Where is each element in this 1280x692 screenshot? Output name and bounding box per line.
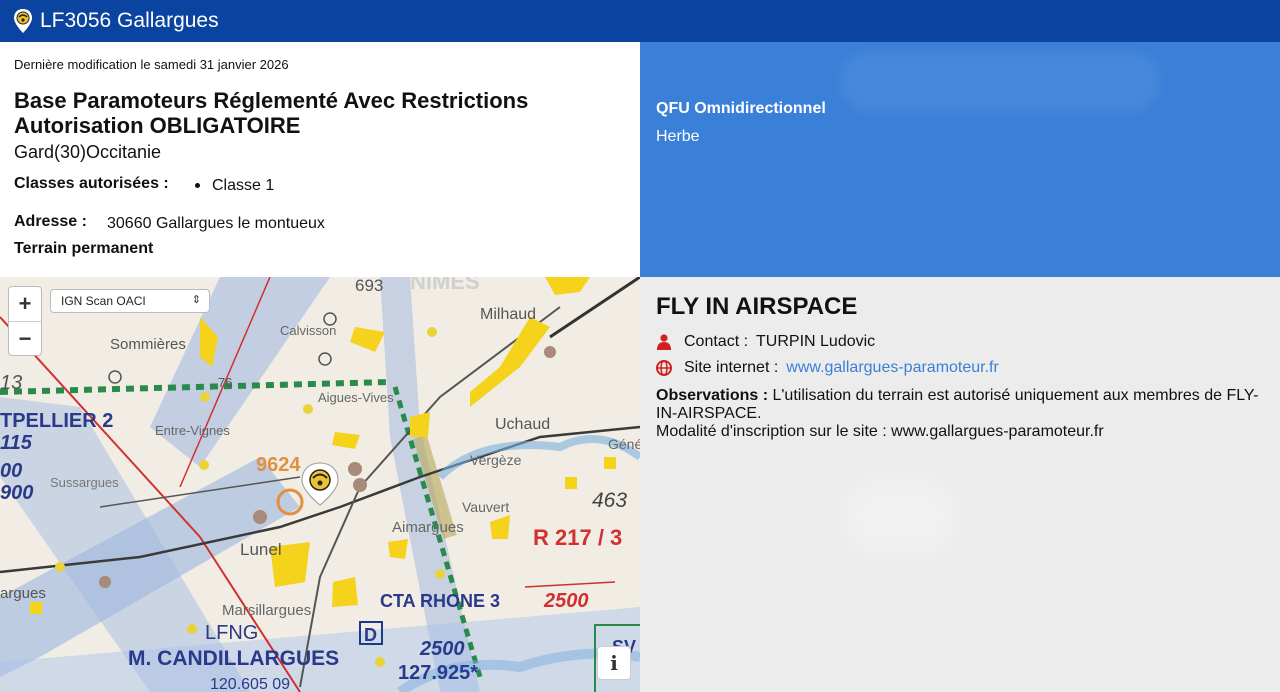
person-icon: [656, 334, 672, 350]
map-label-cta: CTA RHONE 3: [380, 591, 500, 611]
map-label-targues: argues: [0, 585, 46, 602]
site-link[interactable]: www.gallargues-paramoteur.fr: [786, 359, 999, 377]
map-label-nimes: NIMES: [410, 277, 480, 294]
terrain-type: Terrain permanent: [14, 240, 154, 257]
site-info-panel: Dernière modification le samedi 31 janvi…: [0, 42, 640, 277]
zoom-in-button[interactable]: +: [9, 287, 41, 321]
observations: Observations : L'utilisation du terrain …: [656, 387, 1266, 441]
map-label-vergeze: Vergèze: [470, 452, 522, 468]
paramotor-pin-icon: [12, 8, 34, 34]
zoom-control: + −: [8, 286, 42, 356]
map-label-9624: 9624: [256, 454, 301, 476]
map-label-00: 00: [0, 460, 22, 482]
map-label-aimargues: Aimargues: [392, 519, 464, 536]
classes-list: Classe 1: [195, 177, 274, 195]
map-label-uchaud: Uchaud: [495, 416, 550, 433]
contact-row: Contact : TURPIN Ludovic: [656, 333, 875, 351]
map-label-d: D: [364, 625, 377, 645]
class-item: Classe 1: [212, 177, 275, 194]
select-chevron-icon: ⇕: [191, 294, 201, 306]
observations-registration: Modalité d'inscription sur le site : www…: [656, 423, 1104, 440]
background-blur: [840, 477, 960, 557]
site-row: Site internet : www.gallargues-paramoteu…: [656, 359, 999, 377]
map-label-sommieres: Sommières: [110, 336, 186, 353]
address-value: 30660 Gallargues le montueux: [107, 215, 325, 232]
contact-label: Contact :: [684, 333, 749, 350]
site-status-heading: Base Paramoteurs Réglementé Avec Restric…: [14, 88, 529, 138]
map-label-milhaud: Milhaud: [480, 306, 536, 323]
aeronautical-chart[interactable]: NIMES Milhaud Calvisson Sommières Aigues…: [0, 277, 640, 692]
map-label-freq: 127.925*: [398, 662, 478, 684]
map-label-13: 13: [0, 372, 22, 394]
club-name: FLY IN AIRSPACE: [656, 293, 858, 320]
map-layer-selected: IGN Scan OACI: [61, 294, 146, 308]
qfu-label: QFU Omnidirectionnel: [656, 100, 826, 117]
region-label: Gard(30)Occitanie: [14, 142, 162, 162]
map-label-r217: R 217 / 3: [533, 525, 622, 550]
bullet-icon: [195, 183, 200, 189]
map-label-lfng: LFNG: [205, 622, 258, 644]
map-label-marsillargues: Marsillargues: [222, 602, 311, 619]
map-label-693: 693: [355, 277, 383, 295]
surface-label: Herbe: [656, 128, 700, 145]
map-label-76: 76: [218, 375, 232, 390]
map-label-115: 115: [0, 432, 33, 454]
zoom-out-button[interactable]: −: [9, 321, 41, 355]
map-view[interactable]: NIMES Milhaud Calvisson Sommières Aigues…: [0, 277, 640, 692]
page-title: LF3056 Gallargues: [40, 9, 219, 32]
top-bar: LF3056 Gallargues: [0, 0, 1280, 42]
address-label: Adresse :: [14, 213, 87, 230]
classes-label: Classes autorisées :: [14, 175, 169, 192]
map-label-montpellier: TPELLIER 2: [0, 410, 113, 432]
runway-panel: QFU Omnidirectionnel Herbe: [640, 42, 1280, 277]
last-modified: Dernière modification le samedi 31 janvi…: [14, 57, 289, 72]
map-label-candillargues: M. CANDILLARGUES: [128, 647, 339, 670]
map-label-sussargues: Sussargues: [50, 475, 119, 490]
site-label: Site internet :: [684, 359, 779, 376]
map-label-aigues-vives: Aigues-Vives: [318, 390, 394, 405]
map-label-entre-vignes: Entre-Vignes: [155, 423, 230, 438]
map-label-calvisson: Calvisson: [280, 323, 336, 338]
globe-icon: [656, 360, 672, 376]
contact-name: TURPIN Ludovic: [756, 333, 876, 350]
map-layer-select[interactable]: IGN Scan OACI ⇕: [50, 289, 210, 313]
map-label-freq2: 120.605 09: [210, 676, 290, 692]
map-label-vauvert: Vauvert: [462, 499, 509, 515]
map-label-463: 463: [592, 489, 627, 512]
club-detail-panel: FLY IN AIRSPACE Contact : TURPIN Ludovic…: [640, 277, 1280, 692]
observations-label: Observations :: [656, 387, 769, 404]
map-label-lunel: Lunel: [240, 540, 282, 559]
background-blur: [840, 52, 1160, 112]
map-label-r217-alt: 2500: [543, 590, 589, 612]
map-label-gen: Géné: [608, 436, 640, 452]
map-info-button[interactable]: i: [597, 646, 631, 680]
map-label-900: 900: [0, 482, 33, 504]
map-label-cta-alt: 2500: [419, 638, 465, 660]
